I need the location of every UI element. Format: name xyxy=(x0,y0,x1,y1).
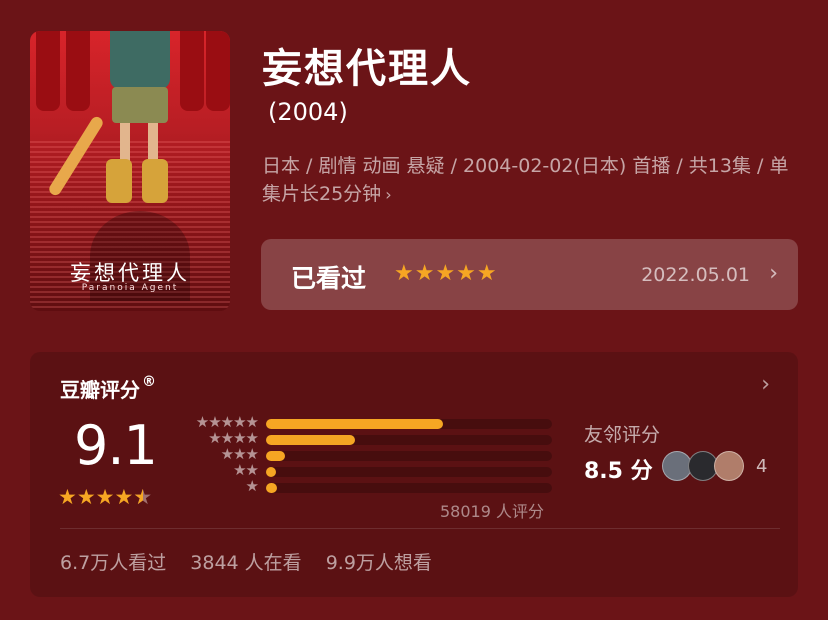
poster-crowd xyxy=(66,31,90,111)
distribution-track xyxy=(266,483,552,493)
chevron-right-icon: › xyxy=(769,261,778,286)
distribution-track xyxy=(266,419,552,429)
douban-rating-card[interactable]: 豆瓣评分® › 9.1 ★★★★★ ★★★★★★★★★★★★★★★ 58019 … xyxy=(30,352,798,597)
rating-distribution: ★★★★★ ★★★★ ★★★ ★★ ★ xyxy=(180,413,560,496)
average-stars: ★★★★★ xyxy=(58,485,152,509)
info-text: 日本 / 剧情 动画 悬疑 / 2004-02-02(日本) 首播 / 共13集… xyxy=(262,155,789,205)
friend-rating-score: 8.5 分 xyxy=(584,459,653,484)
chevron-right-icon[interactable]: › xyxy=(761,372,770,397)
watching-count: 3844 人在看 xyxy=(190,552,302,574)
info-line[interactable]: 日本 / 剧情 动画 悬疑 / 2004-02-02(日本) 首播 / 共13集… xyxy=(262,152,792,209)
poster-figure-shirt xyxy=(110,31,170,89)
distribution-bar xyxy=(266,419,444,429)
watched-label: 已看过 xyxy=(291,264,367,293)
distribution-track xyxy=(266,467,552,477)
poster-figure-shorts xyxy=(112,87,168,123)
registered-mark: ® xyxy=(142,374,156,390)
my-rating-stars: ★★★★★ xyxy=(394,261,498,286)
poster-figure-leg xyxy=(148,123,158,163)
divider xyxy=(60,528,780,529)
distribution-track xyxy=(266,451,552,461)
poster-figure-leg xyxy=(120,123,130,163)
distribution-bar xyxy=(266,467,276,477)
poster-crowd xyxy=(180,31,204,111)
watched-count: 6.7万人看过 xyxy=(60,552,167,574)
distribution-bar xyxy=(266,451,285,461)
distribution-bar xyxy=(266,435,355,445)
release-year: (2004) xyxy=(268,98,348,126)
poster-subtitle: Paranoia Agent xyxy=(81,283,179,293)
avatar[interactable] xyxy=(714,451,744,481)
friend-count: 4 xyxy=(756,456,768,477)
rating-count: 58019 人评分 xyxy=(440,502,544,521)
rating-title-text: 豆瓣评分 xyxy=(60,378,140,402)
distribution-row: ★★ xyxy=(180,461,560,480)
distribution-track xyxy=(266,435,552,445)
poster-figure-skate xyxy=(106,159,132,203)
average-score: 9.1 xyxy=(74,414,158,477)
star-icon-half: ★ xyxy=(133,485,152,509)
friend-rating-label: 友邻评分 xyxy=(584,424,661,446)
star-icon-full: ★★★★ xyxy=(58,485,134,509)
poster-figure-skate xyxy=(142,159,168,203)
distribution-row: ★ xyxy=(180,477,560,496)
rating-title: 豆瓣评分 ® xyxy=(60,374,156,403)
want-count: 9.9万人想看 xyxy=(325,552,432,574)
friend-avatars[interactable] xyxy=(662,451,752,483)
distribution-bar xyxy=(266,483,278,493)
poster-crowd xyxy=(36,31,60,111)
page-title: 妄想代理人 xyxy=(262,46,472,92)
poster-crowd xyxy=(206,31,230,111)
engagement-stats: 6.7万人看过 3844 人在看 9.9万人想看 xyxy=(60,548,450,575)
watched-date: 2022.05.01 xyxy=(641,264,750,286)
chevron-right-icon: › xyxy=(385,185,392,204)
distribution-stars: ★ xyxy=(245,477,259,495)
watched-status-card[interactable]: 已看过 ★★★★★ 2022.05.01 › xyxy=(261,239,798,310)
poster-image[interactable]: 妄想代理人 Paranoia Agent xyxy=(30,31,230,311)
